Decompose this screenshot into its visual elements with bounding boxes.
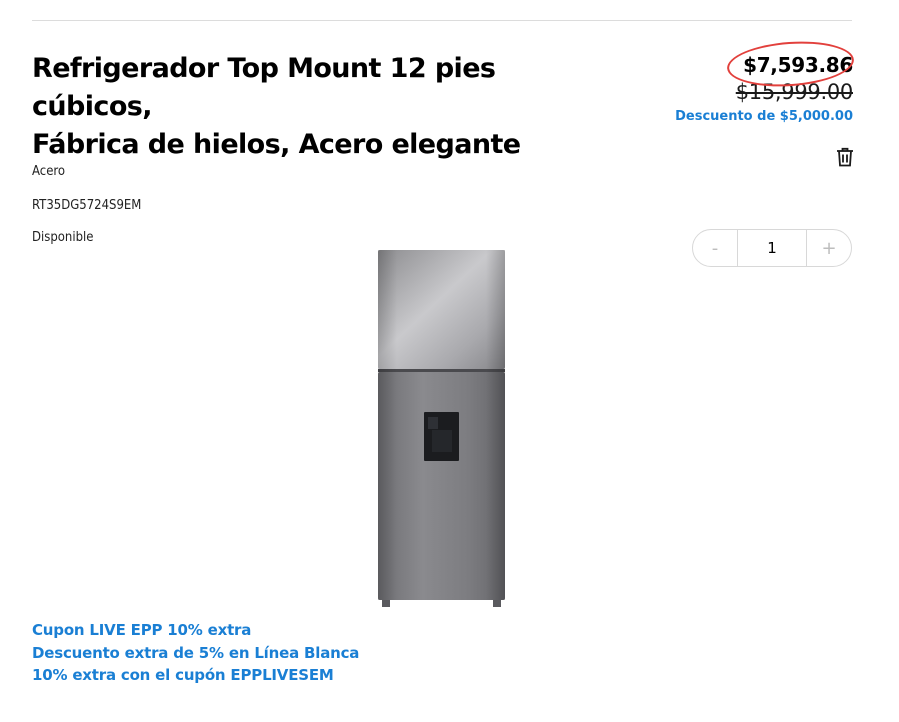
product-availability: Disponible: [32, 230, 94, 245]
promotions-list: Cupon LIVE EPP 10% extra Descuento extra…: [32, 619, 359, 687]
quantity-stepper: - 1 +: [692, 229, 852, 267]
promotion-link[interactable]: Descuento extra de 5% en Línea Blanca: [32, 642, 359, 665]
product-color: Acero: [32, 164, 66, 179]
discount-label: Descuento de $5,000.00: [675, 109, 853, 124]
price-block: $7,593.86 $15,999.00 Descuento de $5,000…: [675, 37, 856, 127]
current-price-value: $7,593.86: [743, 53, 853, 77]
current-price: $7,593.86: [725, 37, 856, 91]
decrease-quantity-button[interactable]: -: [693, 230, 737, 266]
product-title-line2: Fábrica de hielos, Acero elegante: [32, 129, 521, 160]
product-title-line1: Refrigerador Top Mount 12 pies cúbicos,: [32, 53, 496, 122]
original-price: $15,999.00: [735, 80, 854, 104]
increase-quantity-button[interactable]: +: [807, 230, 851, 266]
product-model: RT35DG5724S9EM: [32, 198, 142, 213]
top-divider: [32, 20, 852, 21]
product-title: Refrigerador Top Mount 12 pies cúbicos, …: [32, 50, 592, 164]
promotion-link[interactable]: Cupon LIVE EPP 10% extra: [32, 619, 359, 642]
promotion-link[interactable]: 10% extra con el cupón EPPLIVESEM: [32, 664, 359, 687]
trash-icon[interactable]: [836, 147, 854, 167]
product-image: [372, 245, 512, 619]
quantity-value[interactable]: 1: [736, 230, 808, 266]
